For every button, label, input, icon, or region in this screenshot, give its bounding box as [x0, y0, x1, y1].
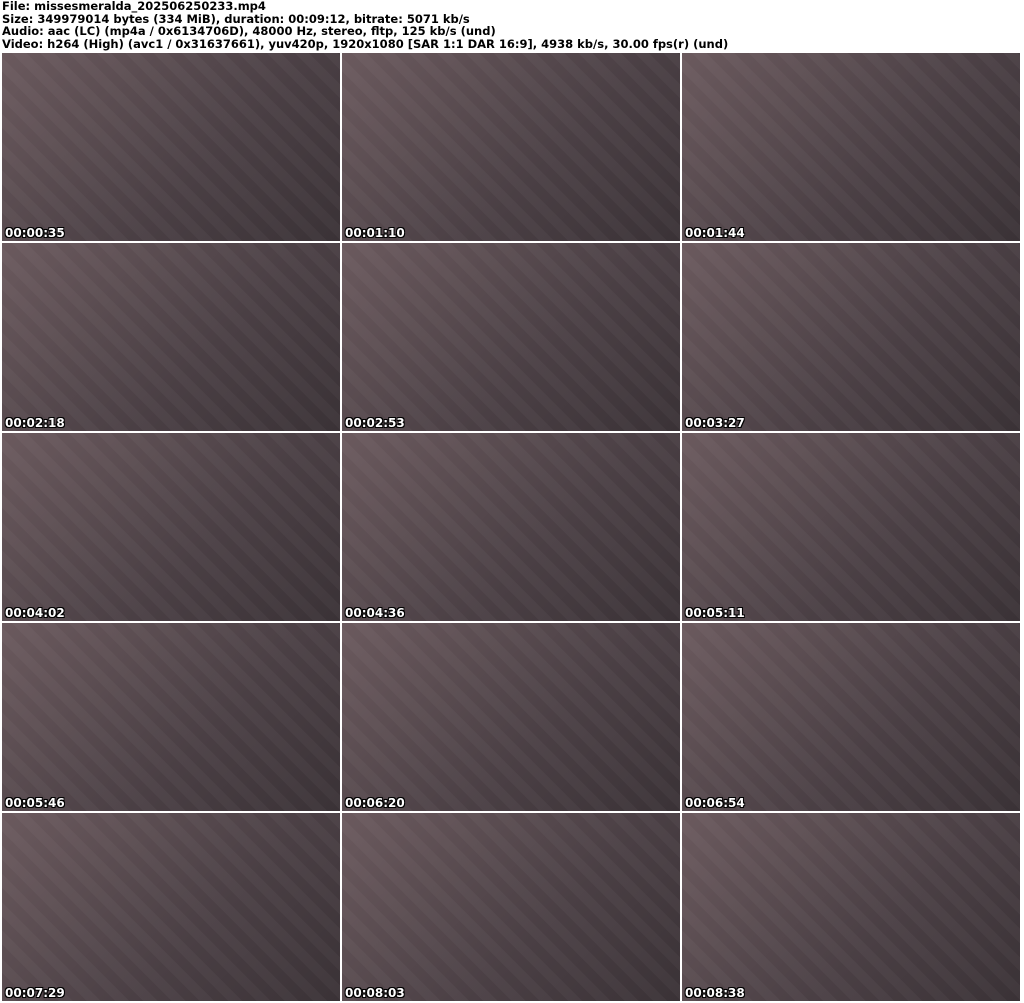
thumbnail-timestamp: 00:08:03 — [345, 986, 405, 1000]
video-thumbnail: 00:01:44 — [682, 53, 1020, 241]
video-thumbnail: 00:05:46 — [2, 623, 340, 811]
file-name: File: missesmeralda_202506250233.mp4 — [2, 0, 266, 13]
file-info-header: File: missesmeralda_202506250233.mp4 Size… — [2, 0, 728, 50]
video-thumbnail: 00:06:54 — [682, 623, 1020, 811]
thumbnail-timestamp: 00:05:46 — [5, 796, 65, 810]
video-thumbnail: 00:05:11 — [682, 433, 1020, 621]
video-thumbnail: 00:02:18 — [2, 243, 340, 431]
thumbnail-timestamp: 00:07:29 — [5, 986, 65, 1000]
video-thumbnail: 00:04:36 — [342, 433, 680, 621]
video-info: Video: h264 (High) (avc1 / 0x31637661), … — [2, 36, 729, 51]
thumbnail-timestamp: 00:02:53 — [345, 416, 405, 430]
thumbnail-timestamp: 00:01:10 — [345, 226, 405, 240]
video-thumbnail: 00:01:10 — [342, 53, 680, 241]
video-thumbnail: 00:02:53 — [342, 243, 680, 431]
thumbnail-timestamp: 00:06:20 — [345, 796, 405, 810]
thumbnail-timestamp: 00:00:35 — [5, 226, 65, 240]
video-thumbnail: 00:03:27 — [682, 243, 1020, 431]
thumbnail-timestamp: 00:08:38 — [685, 986, 745, 1000]
video-thumbnail: 00:07:29 — [2, 813, 340, 1001]
thumbnail-timestamp: 00:03:27 — [685, 416, 745, 430]
thumbnail-timestamp: 00:01:44 — [685, 226, 745, 240]
thumbnail-timestamp: 00:04:36 — [345, 606, 405, 620]
video-thumbnail: 00:06:20 — [342, 623, 680, 811]
thumbnail-timestamp: 00:05:11 — [685, 606, 745, 620]
thumbnail-timestamp: 00:06:54 — [685, 796, 745, 810]
thumbnail-timestamp: 00:02:18 — [5, 416, 65, 430]
video-thumbnail: 00:08:03 — [342, 813, 680, 1001]
video-thumbnail: 00:00:35 — [2, 53, 340, 241]
thumbnail-grid: 00:00:35 00:01:10 00:01:44 00:02:18 00:02:53… — [2, 53, 1020, 1001]
thumbnail-timestamp: 00:04:02 — [5, 606, 65, 620]
video-thumbnail: 00:08:38 — [682, 813, 1020, 1001]
video-thumbnail: 00:04:02 — [2, 433, 340, 621]
audio-info: Audio: aac (LC) (mp4a / 0x6134706D), 480… — [2, 24, 496, 38]
